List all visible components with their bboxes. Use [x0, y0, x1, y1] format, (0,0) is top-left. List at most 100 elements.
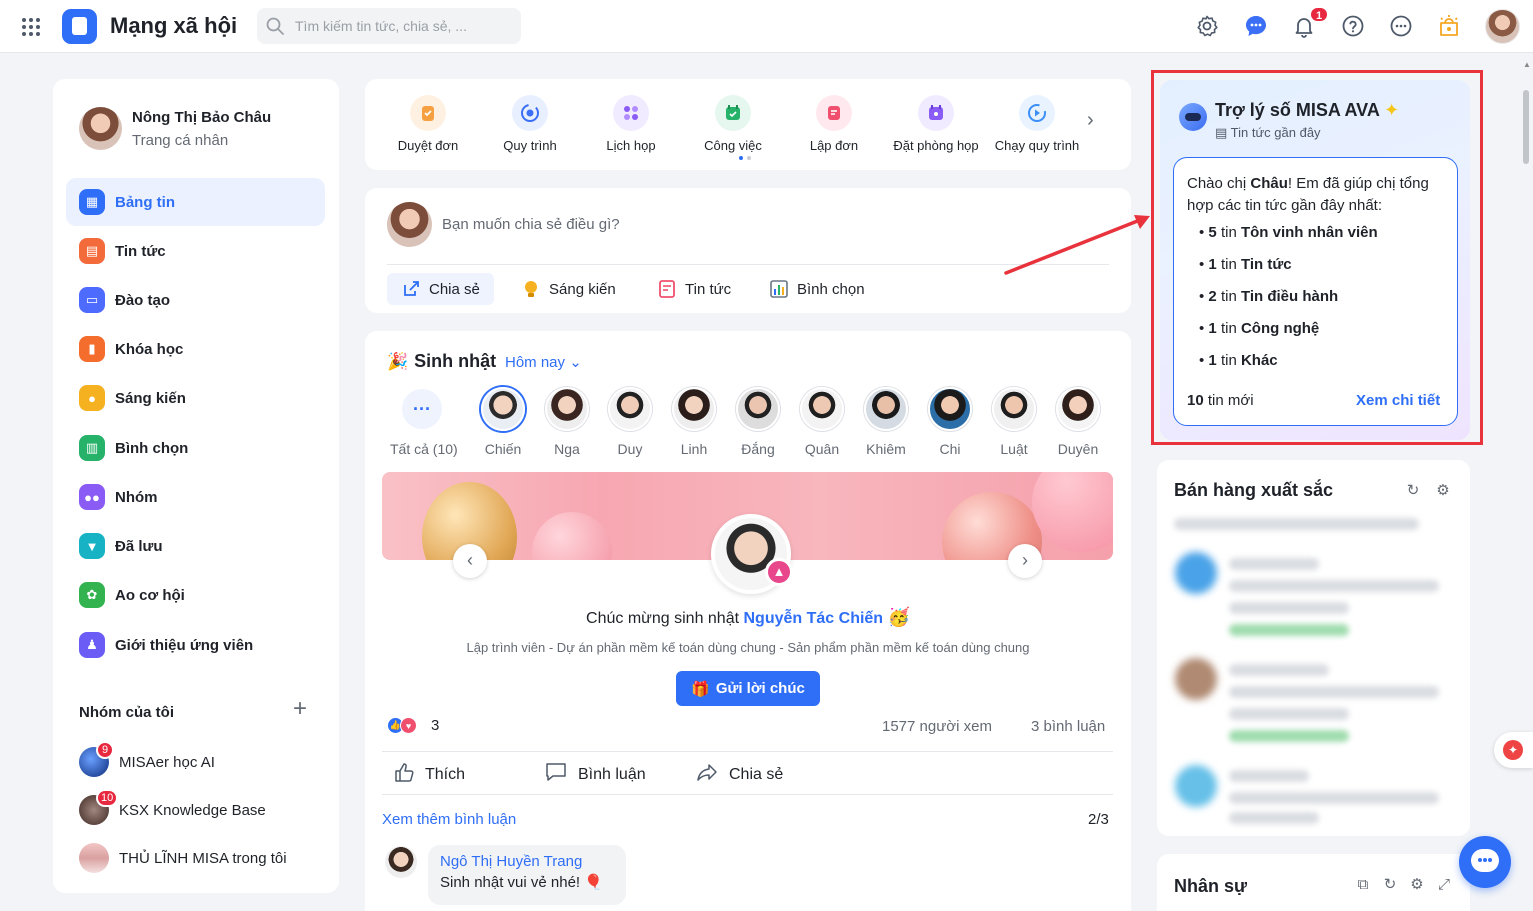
news-icon: ▤ [79, 238, 105, 264]
chart-icon[interactable]: ⧉ [1354, 876, 1372, 894]
chevron-left-icon[interactable]: ‹ [453, 544, 487, 578]
birthday-person[interactable]: Quân [790, 387, 854, 457]
search-box[interactable] [257, 8, 521, 44]
more-icon[interactable] [1387, 12, 1415, 40]
annotation-arrow-icon [1004, 215, 1150, 275]
idea-icon: ● [79, 385, 105, 411]
chat-icon[interactable] [1242, 12, 1270, 40]
user-avatar[interactable] [1485, 9, 1520, 44]
sidebar-item-ao-co-hoi[interactable]: ✿ Ao cơ hội [66, 571, 325, 619]
sidebar-item-sang-kien[interactable]: ● Sáng kiến [66, 374, 325, 422]
group-item[interactable]: 9 MISAer học AI [79, 741, 215, 778]
app-grid-icon[interactable] [21, 17, 41, 37]
celebrant-name[interactable]: Nguyễn Tác Chiến [744, 610, 884, 627]
room-booking-icon [918, 95, 954, 131]
search-input[interactable] [295, 8, 515, 44]
comment-author[interactable]: Ngô Thị Huyền Trang [440, 853, 614, 870]
person-name: Linh [680, 441, 708, 457]
birthday-person[interactable]: Linh [662, 387, 726, 457]
sidebar-item-label: Đào tạo [115, 291, 171, 309]
birthday-all-button[interactable]: ··· Tất cả (10) [390, 387, 458, 457]
sidebar-item-tin-tuc[interactable]: ▤ Tin tức [66, 227, 325, 275]
app-cong-viec[interactable]: Công việc [683, 95, 783, 153]
sidebar-item-binh-chon[interactable]: ▥ Bình chọn [66, 424, 325, 472]
refresh-icon[interactable]: ↻ [1381, 876, 1399, 894]
group-item[interactable]: 10 KSX Knowledge Base [79, 789, 266, 826]
hr-card: Nhân sự ⧉ ↻ ⚙ ⤢ [1157, 854, 1470, 911]
commenter-avatar[interactable] [385, 846, 417, 878]
like-button[interactable]: Thích [393, 761, 465, 788]
news-tab[interactable]: Tin tức [643, 273, 745, 305]
group-item[interactable]: THỦ LĨNH MISA trong tôi [79, 842, 287, 874]
poll-tab[interactable]: Bình chọn [755, 273, 879, 305]
help-icon[interactable] [1339, 12, 1367, 40]
birthday-person[interactable]: Đắng [726, 387, 790, 457]
app-dat-phong-hop[interactable]: Đặt phòng họp [886, 95, 986, 153]
chevron-right-icon[interactable]: › [1087, 109, 1094, 132]
lightbulb-icon[interactable] [1435, 12, 1463, 40]
chat-fab-button[interactable] [1459, 836, 1511, 888]
hr-title: Nhân sự [1174, 876, 1248, 896]
referral-icon: ♟ [79, 632, 105, 658]
app-chay-quy-trinh[interactable]: Chạy quy trình [987, 95, 1087, 153]
news-tab-label: Tin tức [685, 280, 732, 298]
birthday-person[interactable]: Duy [598, 387, 662, 457]
course-icon: ▮ [79, 336, 105, 362]
settings-icon[interactable]: ⚙ [1408, 876, 1426, 894]
my-groups-title: Nhóm của tôi [79, 704, 175, 721]
app-duyet-don[interactable]: Duyệt đơn [378, 95, 478, 153]
app-label: Đặt phòng họp [893, 138, 979, 153]
birthday-filter-dropdown[interactable]: Hôm nay ⌄ [505, 353, 582, 371]
settings-icon[interactable]: ⚙ [1434, 482, 1452, 500]
birthday-person[interactable]: Luật [982, 387, 1046, 457]
sidebar-item-khoa-hoc[interactable]: ▮ Khóa học [66, 325, 325, 373]
expand-icon[interactable]: ⤢ [1435, 876, 1453, 894]
app-quy-trinh[interactable]: Quy trình [480, 95, 580, 153]
sidebar-item-gioi-thieu-ung-vien[interactable]: ♟ Giới thiệu ứng viên [66, 621, 325, 669]
like-label: Thích [425, 765, 466, 783]
send-wishes-button[interactable]: 🎁 Gửi lời chúc [676, 671, 820, 706]
sidebar-item-bang-tin[interactable]: ▦ Bảng tin [66, 178, 325, 226]
app-lap-don[interactable]: Lập đơn [784, 95, 884, 153]
view-more-comments-link[interactable]: Xem thêm bình luận [382, 811, 516, 828]
share-button[interactable]: Chia sẻ [695, 761, 783, 788]
left-sidebar: Nông Thị Bảo Châu Trang cá nhân ▦ Bảng t… [53, 79, 339, 893]
birthday-person[interactable]: Khiêm [854, 387, 918, 457]
bookmark-icon: ▼ [79, 533, 105, 559]
birthday-person[interactable]: Duyên [1046, 387, 1110, 457]
person-name: Quân [804, 441, 840, 457]
sidebar-item-label: Bình chọn [115, 439, 189, 457]
comment-count[interactable]: 3 bình luận [1031, 718, 1105, 735]
profile-avatar[interactable] [79, 107, 122, 150]
profile-name[interactable]: Nông Thị Bảo Châu [132, 109, 271, 126]
sidebar-item-dao-tao[interactable]: ▭ Đào tạo [66, 276, 325, 324]
app-label: Lịch họp [606, 138, 656, 153]
ai-sparkle-button[interactable]: ✦ [1494, 732, 1533, 768]
profile-link[interactable]: Trang cá nhân [132, 132, 228, 149]
composer-input[interactable]: Bạn muốn chia sẻ điều gì? [442, 216, 620, 233]
blurred-value [1229, 730, 1349, 742]
lightbulb-icon [521, 279, 541, 299]
settings-icon[interactable] [1193, 12, 1221, 40]
birthday-person[interactable]: Nga [535, 387, 599, 457]
app-lich-hop[interactable]: Lịch họp [581, 95, 681, 153]
scrollbar-thumb[interactable] [1523, 90, 1529, 164]
share-tab[interactable]: Chia sẻ [387, 273, 494, 305]
birthday-person[interactable]: Chi [918, 387, 982, 457]
sidebar-item-nhom[interactable]: ●● Nhóm [66, 473, 325, 521]
person-avatar [545, 387, 589, 431]
group-name: MISAer học AI [119, 753, 215, 771]
refresh-icon[interactable]: ↻ [1404, 482, 1422, 500]
sidebar-item-da-luu[interactable]: ▼ Đã lưu [66, 522, 325, 570]
comment-button[interactable]: Bình luận [544, 761, 646, 788]
scroll-up-icon[interactable]: ▲ [1523, 60, 1531, 69]
person-name: Chi [939, 441, 961, 457]
reaction-summary[interactable]: 👍 ♥ 3 [387, 717, 439, 734]
comment-bubble: Ngô Thị Huyền Trang Sinh nhật vui vẻ nhé… [428, 845, 626, 905]
add-group-icon[interactable]: + [289, 697, 311, 721]
sidebar-item-label: Sáng kiến [115, 389, 186, 407]
initiative-tab[interactable]: Sáng kiến [507, 273, 630, 305]
comment-text: Sinh nhật vui vẻ nhé! 🎈 [440, 873, 614, 891]
birthday-person[interactable]: Chiến [471, 387, 535, 457]
chevron-right-icon[interactable]: › [1008, 544, 1042, 578]
